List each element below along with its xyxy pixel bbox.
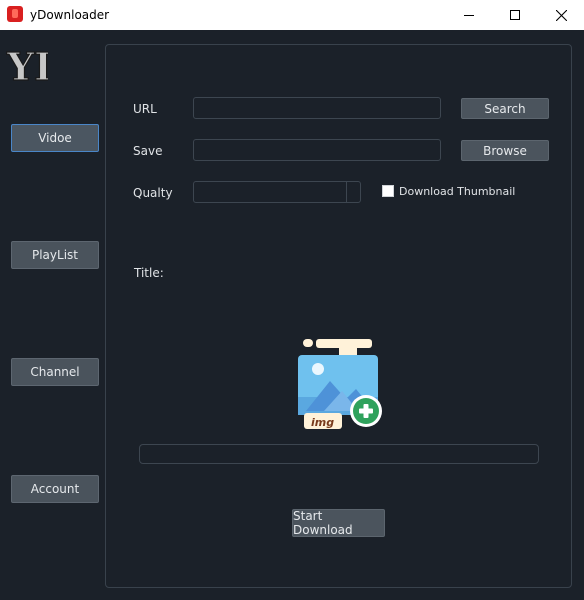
save-path-input[interactable] (193, 139, 441, 161)
app-logo-text: YD (6, 44, 48, 89)
url-label: URL (133, 102, 157, 116)
start-download-label: Start Download (293, 509, 353, 537)
close-button[interactable] (538, 0, 584, 30)
sidebar-item-channel[interactable]: Channel (11, 358, 99, 386)
download-progress-bar (139, 444, 539, 464)
sidebar-item-label: Vidoe (38, 131, 72, 145)
minimize-button[interactable] (446, 0, 492, 30)
app-icon (7, 6, 23, 22)
search-button[interactable]: Search (461, 98, 549, 119)
search-button-label: Search (484, 101, 526, 116)
sidebar-item-label: PlayList (31, 248, 78, 262)
sidebar-item-account[interactable]: Account (11, 475, 99, 503)
maximize-icon (510, 10, 520, 20)
sidebar-item-label: Channel (30, 365, 80, 379)
browse-button-label: Browse (483, 143, 527, 158)
url-input[interactable] (193, 97, 441, 119)
title-bar: yDownloader (0, 0, 584, 30)
sidebar-item-playlist[interactable]: PlayList (11, 241, 99, 269)
maximize-button[interactable] (492, 0, 538, 30)
main-panel (105, 44, 572, 588)
quality-label: Qualty (133, 186, 173, 200)
download-thumbnail-label: Download Thumbnail (399, 185, 516, 198)
app-window: yDownloader YD Vidoe PlayList Channel (0, 0, 584, 600)
quality-select[interactable] (193, 181, 361, 203)
chevron-down-icon (346, 182, 360, 202)
sidebar-item-video[interactable]: Vidoe (11, 124, 99, 152)
download-thumbnail-checkbox[interactable] (382, 185, 394, 197)
close-icon (555, 9, 567, 21)
sidebar-item-label: Account (30, 482, 80, 496)
title-label: Title: (134, 266, 164, 280)
thumbnail-caption: img (311, 416, 334, 429)
image-add-icon: img (298, 339, 382, 429)
app-logo: YD (6, 43, 48, 89)
start-download-button[interactable]: Start Download (292, 509, 385, 537)
minimize-icon (464, 15, 474, 16)
thumbnail-placeholder[interactable]: img (296, 337, 386, 431)
browse-button[interactable]: Browse (461, 140, 549, 161)
save-label: Save (133, 144, 163, 158)
window-title: yDownloader (30, 8, 110, 22)
